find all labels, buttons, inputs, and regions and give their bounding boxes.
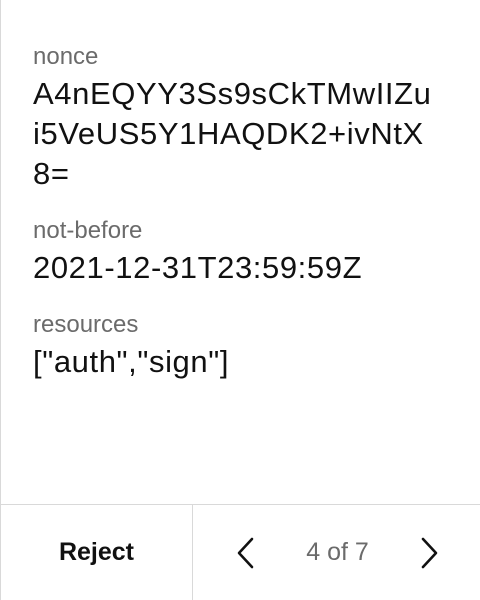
resources-value: ["auth","sign"] [33, 344, 230, 379]
previous-button[interactable] [231, 531, 259, 575]
request-details-panel: nonce A4nEQYY3Ss9sCkTMwIIZui5VeUS5Y1HAQD… [0, 0, 480, 600]
reject-button[interactable]: Reject [1, 505, 193, 600]
resources-label: resources [33, 311, 139, 338]
page-indicator: 4 of 7 [306, 538, 369, 566]
chevron-right-icon [421, 537, 438, 568]
pager: 4 of 7 [193, 505, 480, 600]
nonce-label: nonce [33, 43, 99, 70]
next-button[interactable] [416, 531, 444, 575]
not-before-value: 2021-12-31T23:59:59Z [33, 250, 363, 285]
action-bar: Reject 4 of 7 [1, 504, 480, 600]
field-list: nonce A4nEQYY3Ss9sCkTMwIIZui5VeUS5Y1HAQD… [33, 40, 460, 402]
chevron-left-icon [237, 537, 254, 568]
nonce-value: A4nEQYY3Ss9sCkTMwIIZui5VeUS5Y1HAQDK2+ivN… [33, 76, 432, 191]
not-before-label: not-before [33, 217, 143, 244]
